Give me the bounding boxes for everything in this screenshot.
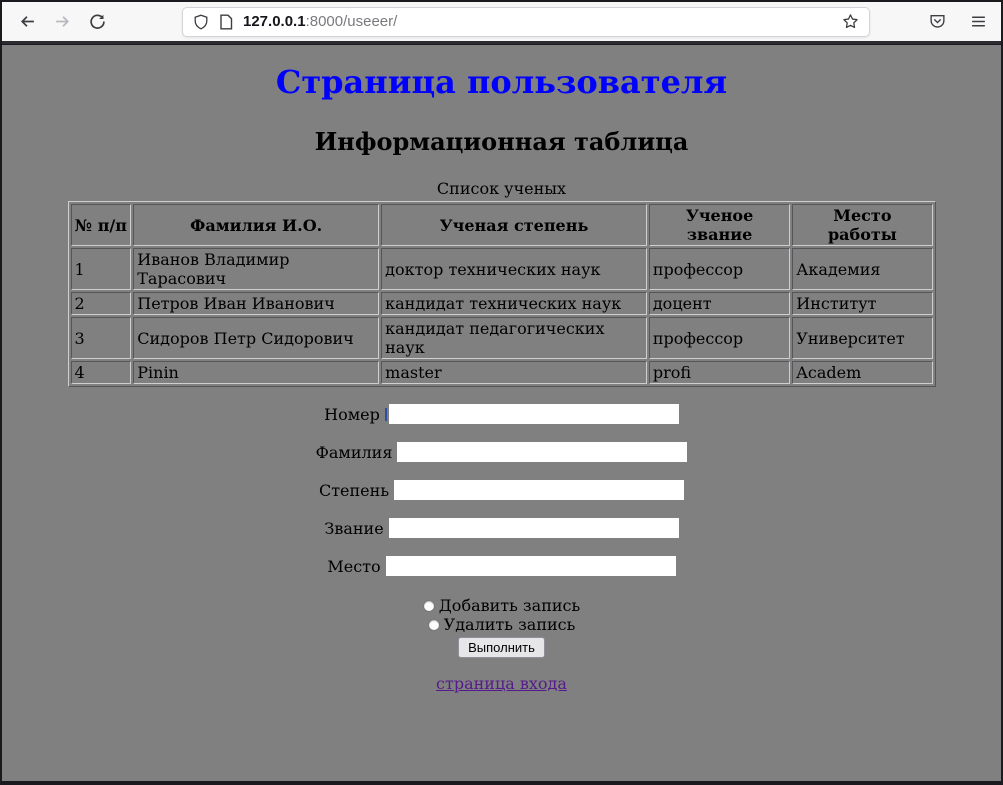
cell: Сидоров Петр Сидорович bbox=[133, 317, 379, 359]
url-host: 127.0.0.1 bbox=[243, 13, 306, 30]
toolbar-right-group bbox=[929, 13, 991, 30]
col-header: Ученая степень bbox=[381, 204, 647, 246]
table-row: 1 Иванов Владимир Тарасович доктор техни… bbox=[71, 248, 933, 290]
forward-button[interactable] bbox=[47, 7, 77, 37]
place-input[interactable] bbox=[386, 556, 676, 576]
form-row-degree: Степень bbox=[2, 480, 1001, 500]
table-row: 2 Петров Иван Иванович кандидат техничес… bbox=[71, 292, 933, 315]
cell: master bbox=[381, 361, 647, 384]
table-row: 4 Pinin master profi Academ bbox=[71, 361, 933, 384]
cell: 1 bbox=[71, 248, 132, 290]
place-label: Место bbox=[327, 557, 380, 576]
cell: 4 bbox=[71, 361, 132, 384]
menu-button[interactable] bbox=[970, 13, 987, 30]
cell: Academ bbox=[792, 361, 932, 384]
cell: профессор bbox=[649, 317, 790, 359]
url-text: 127.0.0.1:8000/useeer/ bbox=[243, 13, 397, 30]
col-header: Ученое звание bbox=[649, 204, 790, 246]
add-record-label: Добавить запись bbox=[439, 596, 580, 615]
col-header: Место работы bbox=[792, 204, 932, 246]
record-form: Номер Фамилия Степень Звание Место Добав… bbox=[2, 404, 1001, 658]
cell: Университет bbox=[792, 317, 932, 359]
cell: Академия bbox=[792, 248, 932, 290]
degree-input[interactable] bbox=[394, 480, 684, 500]
cell: Институт bbox=[792, 292, 932, 315]
shield-icon[interactable] bbox=[193, 14, 209, 30]
back-icon bbox=[19, 13, 36, 30]
bookmark-star-button[interactable] bbox=[842, 13, 859, 30]
reload-button[interactable] bbox=[82, 7, 112, 37]
cell: профессор bbox=[649, 248, 790, 290]
col-header: № п/п bbox=[71, 204, 132, 246]
pocket-button[interactable] bbox=[929, 13, 946, 30]
form-row-surname: Фамилия bbox=[2, 442, 1001, 462]
cell: profi bbox=[649, 361, 790, 384]
page-title: Страница пользователя bbox=[2, 63, 1001, 101]
cell: Иванов Владимир Тарасович bbox=[133, 248, 379, 290]
surname-input[interactable] bbox=[397, 442, 687, 462]
cell: Pinin bbox=[133, 361, 379, 384]
reload-icon bbox=[89, 13, 106, 30]
form-row-place: Место bbox=[2, 556, 1001, 576]
radio-line-add: Добавить запись bbox=[2, 596, 1001, 615]
browser-toolbar: 127.0.0.1:8000/useeer/ bbox=[2, 2, 1001, 44]
back-button[interactable] bbox=[12, 7, 42, 37]
page-subtitle: Информационная таблица bbox=[2, 127, 1001, 156]
link-row: страница входа bbox=[2, 674, 1001, 693]
radio-line-delete: Удалить запись bbox=[2, 615, 1001, 634]
hamburger-icon bbox=[970, 13, 987, 30]
text-caret bbox=[385, 408, 387, 421]
cell: кандидат технических наук bbox=[381, 292, 647, 315]
cell: 2 bbox=[71, 292, 132, 315]
degree-label: Степень bbox=[319, 481, 389, 500]
number-input[interactable] bbox=[389, 404, 679, 424]
cell: 3 bbox=[71, 317, 132, 359]
action-radio-group: Добавить запись Удалить запись bbox=[2, 596, 1001, 634]
delete-record-label: Удалить запись bbox=[444, 615, 576, 634]
col-header: Фамилия И.О. bbox=[133, 204, 379, 246]
delete-record-radio[interactable] bbox=[428, 619, 440, 631]
submit-row: Выполнить bbox=[2, 637, 1001, 658]
cell: доктор технических наук bbox=[381, 248, 647, 290]
rank-label: Звание bbox=[324, 519, 383, 538]
cell: кандидат педагогических наук bbox=[381, 317, 647, 359]
login-page-link[interactable]: страница входа bbox=[436, 674, 567, 693]
form-row-number: Номер bbox=[2, 404, 1001, 424]
rank-input[interactable] bbox=[389, 518, 679, 538]
scientists-table: Список ученых № п/п Фамилия И.О. Ученая … bbox=[68, 179, 936, 387]
cell: Петров Иван Иванович bbox=[133, 292, 379, 315]
forward-icon bbox=[54, 13, 71, 30]
page-info-icon[interactable] bbox=[219, 14, 233, 30]
table-caption: Список ученых bbox=[68, 179, 936, 201]
table-header-row: № п/п Фамилия И.О. Ученая степень Ученое… bbox=[71, 204, 933, 246]
execute-button[interactable]: Выполнить bbox=[458, 637, 545, 658]
cell: доцент bbox=[649, 292, 790, 315]
add-record-radio[interactable] bbox=[423, 600, 435, 612]
pocket-icon bbox=[929, 13, 946, 30]
number-label: Номер bbox=[324, 405, 380, 424]
url-bar[interactable]: 127.0.0.1:8000/useeer/ bbox=[182, 7, 870, 37]
star-icon bbox=[842, 13, 859, 30]
table-row: 3 Сидоров Петр Сидорович кандидат педаго… bbox=[71, 317, 933, 359]
surname-label: Фамилия bbox=[316, 443, 393, 462]
page-content: Страница пользователя Информационная таб… bbox=[2, 45, 1001, 781]
form-row-rank: Звание bbox=[2, 518, 1001, 538]
url-path: :8000/useeer/ bbox=[306, 13, 398, 30]
